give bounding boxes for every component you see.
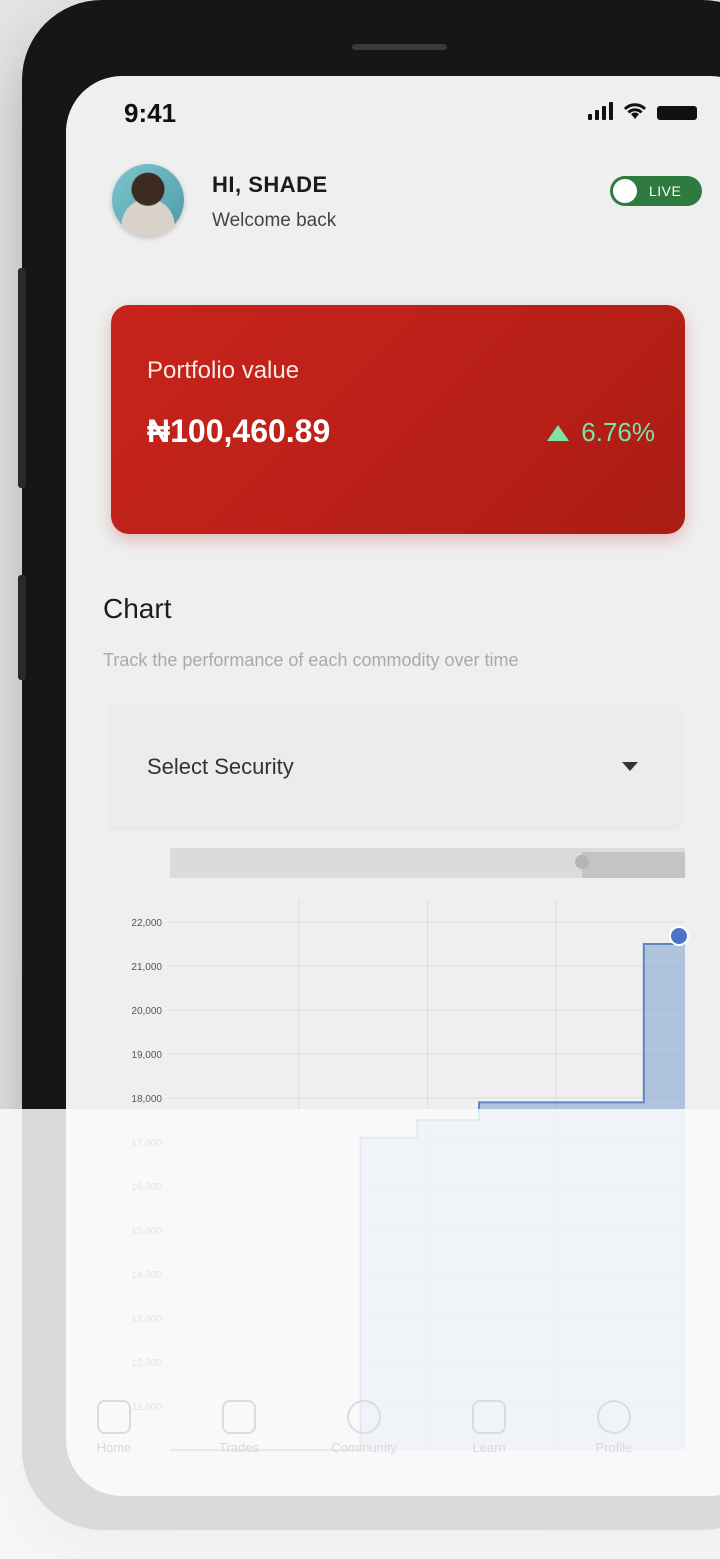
y-tick-label: 19,000 xyxy=(131,1050,162,1061)
y-tick-label: 20,000 xyxy=(131,1006,162,1017)
select-security-dropdown[interactable]: Select Security xyxy=(110,706,680,826)
people-icon xyxy=(347,1400,381,1434)
last-point-marker xyxy=(669,926,689,946)
y-tick-label: 21,000 xyxy=(131,962,162,973)
earpiece-speaker xyxy=(352,44,447,50)
chart-subtitle: Track the performance of each commodity … xyxy=(103,650,519,670)
caret-down-icon xyxy=(622,762,638,771)
book-icon xyxy=(472,1400,506,1434)
background: 9:41 HI, SHADE Welcome back LIVE Portfol… xyxy=(0,0,720,1559)
select-security-label: Select Security xyxy=(147,754,294,779)
nav-label: Trades xyxy=(219,1440,259,1455)
portfolio-change-value: 6.76% xyxy=(581,417,655,447)
greeting: HI, SHADE xyxy=(212,172,328,197)
portfolio-label: Portfolio value xyxy=(147,357,300,384)
welcome-text: Welcome back xyxy=(212,210,337,231)
bottom-fade-overlay xyxy=(0,1109,720,1559)
power-button xyxy=(18,575,26,680)
nav-label: Home xyxy=(96,1440,132,1455)
swap-icon xyxy=(222,1400,256,1434)
nav-label: Community xyxy=(331,1440,397,1455)
nav-label: Learn xyxy=(472,1440,506,1455)
status-time: 9:41 xyxy=(124,98,177,128)
volume-button xyxy=(18,268,26,488)
wifi-icon xyxy=(623,103,647,119)
y-tick-label: 18,000 xyxy=(131,1094,162,1105)
live-label: LIVE xyxy=(649,183,682,199)
status-icons xyxy=(588,102,697,120)
chart-title: Chart xyxy=(103,593,172,624)
battery-icon xyxy=(657,106,697,120)
live-toggle[interactable]: LIVE xyxy=(610,176,702,206)
bottom-nav: Home Trades Community Learn Profile xyxy=(44,1400,684,1480)
y-tick-label: 22,000 xyxy=(131,918,162,929)
signal-icon xyxy=(588,102,613,120)
portfolio-change: 6.76% xyxy=(547,417,655,448)
toggle-knob xyxy=(613,179,637,203)
profile-icon xyxy=(597,1400,631,1434)
nav-learn[interactable]: Learn xyxy=(439,1400,539,1480)
nav-profile[interactable]: Profile xyxy=(564,1400,664,1480)
navigator-handle xyxy=(575,855,589,869)
nav-community[interactable]: Community xyxy=(314,1400,414,1480)
portfolio-card[interactable]: Portfolio value ₦100,460.89 6.76% xyxy=(111,305,685,534)
nav-trades[interactable]: Trades xyxy=(189,1400,289,1480)
nav-label: Profile xyxy=(595,1440,633,1455)
avatar[interactable] xyxy=(112,164,184,236)
arrow-up-icon xyxy=(547,424,570,441)
navigator-window xyxy=(582,852,685,878)
home-icon xyxy=(97,1400,131,1434)
portfolio-value: ₦100,460.89 xyxy=(147,413,331,449)
nav-home[interactable]: Home xyxy=(64,1400,164,1480)
